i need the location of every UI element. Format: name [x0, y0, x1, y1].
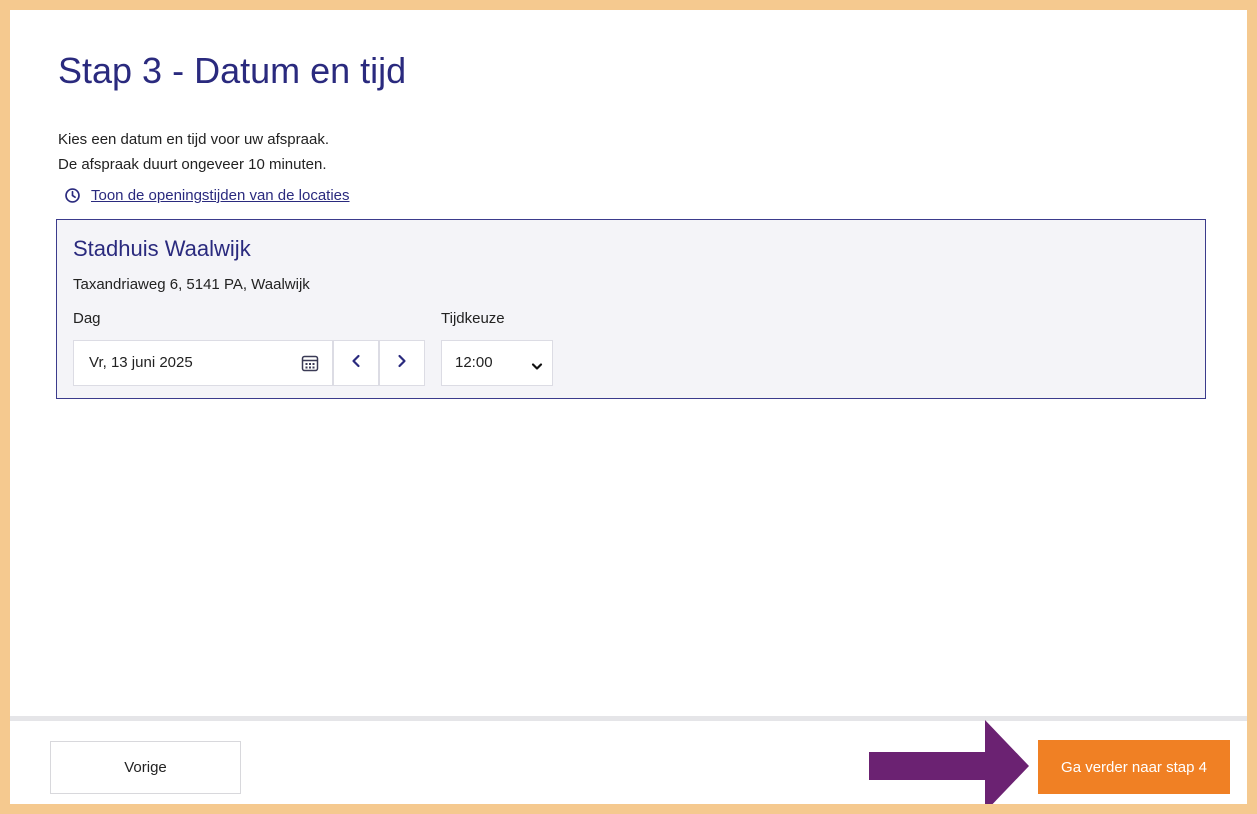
arrow-right-icon	[867, 718, 1037, 804]
chevron-down-icon	[531, 359, 543, 377]
previous-step-button[interactable]: Vorige	[50, 741, 241, 794]
intro-line-instruction: Kies een datum en tijd voor uw afspraak.	[58, 131, 329, 148]
location-card: Stadhuis Waalwijk Taxandriaweg 6, 5141 P…	[56, 219, 1206, 399]
next-day-button[interactable]	[379, 340, 425, 386]
intro-text: Kies een datum en tijd voor uw afspraak.…	[58, 127, 329, 177]
chevron-right-icon	[396, 354, 408, 373]
date-value[interactable]: Vr, 13 juni 2025	[89, 354, 193, 371]
time-label: Tijdkeuze	[441, 310, 505, 327]
intro-line-duration: De afspraak duurt ongeveer 10 minuten.	[58, 156, 327, 173]
clock-icon	[64, 187, 81, 204]
location-address: Taxandriaweg 6, 5141 PA, Waalwijk	[73, 276, 310, 293]
location-name: Stadhuis Waalwijk	[73, 236, 251, 261]
page-title: Stap 3 - Datum en tijd	[58, 50, 407, 91]
time-value[interactable]: 12:00	[455, 354, 493, 371]
time-select[interactable]: 12:00	[441, 340, 553, 386]
chevron-left-icon	[350, 354, 362, 373]
day-label: Dag	[73, 310, 101, 327]
calendar-icon[interactable]	[301, 354, 319, 377]
opening-hours-link-label[interactable]: Toon de openingstijden van de locaties	[91, 187, 350, 204]
booking-step-page: Stap 3 - Datum en tijd Kies een datum en…	[10, 10, 1247, 804]
next-step-button[interactable]: Ga verder naar stap 4	[1038, 740, 1230, 794]
footer-divider	[10, 716, 1247, 721]
previous-day-button[interactable]	[333, 340, 379, 386]
opening-hours-link[interactable]: Toon de openingstijden van de locaties	[64, 187, 350, 204]
date-field[interactable]: Vr, 13 juni 2025	[73, 340, 333, 386]
